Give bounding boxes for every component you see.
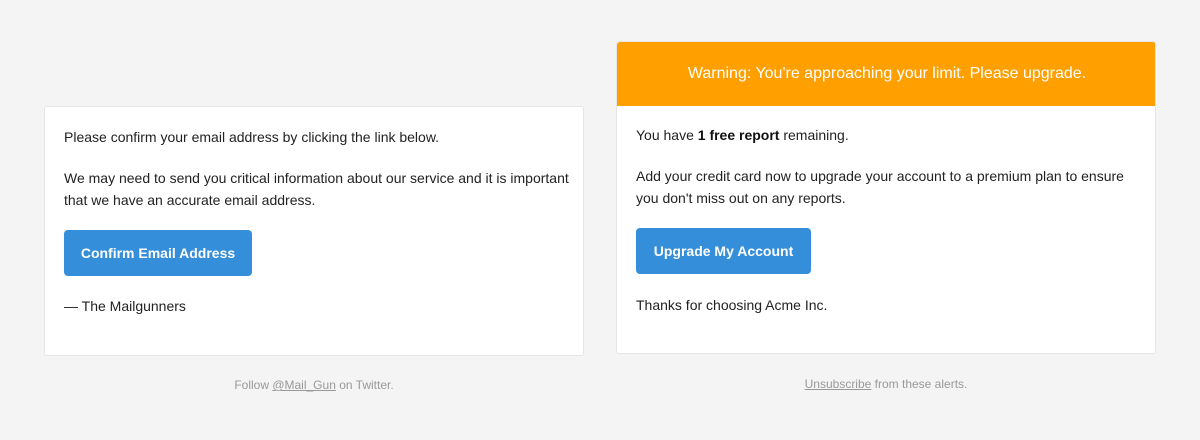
unsubscribe-suffix: from these alerts. (871, 377, 968, 391)
upgrade-alert-card: Warning: You're approaching your limit. … (616, 41, 1156, 354)
warning-banner: Warning: You're approaching your limit. … (617, 42, 1155, 106)
confirm-email-button[interactable]: Confirm Email Address (64, 230, 252, 276)
footer-follow-prefix: Follow (234, 378, 273, 392)
upgrade-body-line1: Add your credit card now to upgrade your… (636, 168, 1124, 184)
twitter-handle-link[interactable]: @Mail_Gun (272, 378, 336, 392)
confirm-body-line2: that we have an accurate email address. (64, 192, 316, 208)
upgrade-account-button[interactable]: Upgrade My Account (636, 228, 811, 274)
closing-text: Thanks for choosing Acme Inc. (636, 297, 828, 313)
footer-follow-suffix: on Twitter. (335, 378, 394, 392)
upgrade-body-line2: you don't miss out on any reports. (636, 190, 846, 206)
confirm-email-card: Please confirm your email address by cli… (44, 106, 584, 356)
reports-prefix: You have (636, 127, 698, 143)
unsubscribe-link[interactable]: Unsubscribe (805, 377, 872, 391)
right-footer: Unsubscribe from these alerts. (616, 377, 1156, 391)
reports-count: 1 free report (697, 127, 780, 143)
confirm-body-line1: We may need to send you critical informa… (64, 170, 569, 186)
reports-remaining-text: You have 1 free report remaining. (636, 124, 849, 146)
left-footer: Follow @Mail_Gun on Twitter. (44, 378, 584, 392)
signature-text: — The Mailgunners (64, 298, 186, 314)
warning-banner-text: Warning: You're approaching your limit. … (687, 65, 1087, 82)
reports-suffix: remaining. (779, 127, 849, 143)
confirm-intro-text: Please confirm your email address by cli… (64, 129, 440, 145)
